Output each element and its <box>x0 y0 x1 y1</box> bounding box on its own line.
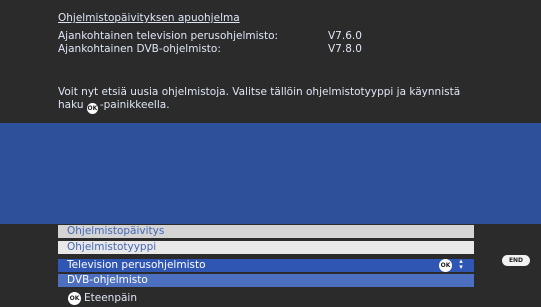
ok-icon[interactable]: OK <box>439 259 452 272</box>
instruction-text-line1: Voit nyt etsiä uusia ohjelmistoja. Valit… <box>58 86 461 98</box>
end-button[interactable]: END <box>502 255 530 266</box>
dvb-software-label: Ajankohtainen DVB-ohjelmisto: <box>58 43 221 55</box>
menu-header: Ohjelmistopäivitys <box>58 225 474 238</box>
info-panel: Ohjelmistopäivityksen apuohjelma Ajankoh… <box>0 0 541 123</box>
software-type-label: Ohjelmistotyyppi <box>58 241 474 254</box>
up-down-arrows-icon[interactable]: ▴ ▾ <box>457 258 465 271</box>
dvb-software-version: V7.8.0 <box>328 43 362 55</box>
ok-button-icon: OK <box>86 103 98 114</box>
page-title: Ohjelmistopäivityksen apuohjelma <box>58 12 240 24</box>
instruction-text-line2: haku OK -painikkeella. <box>58 99 170 114</box>
software-update-screen: Ohjelmistopäivityksen apuohjelma Ajankoh… <box>0 0 541 307</box>
tv-software-label: Ajankohtainen television perusohjelmisto… <box>58 30 279 42</box>
instruction-text-end: -painikkeella. <box>99 99 170 111</box>
ok-forward-icon[interactable]: OK <box>68 292 81 305</box>
blue-background-area <box>0 123 541 224</box>
option-tv-software[interactable]: Television perusohjelmisto <box>58 259 474 272</box>
option-dvb-software[interactable]: DVB-ohjelmisto <box>58 274 474 287</box>
instruction-text-start: haku <box>58 99 87 111</box>
tv-software-version: V7.6.0 <box>328 30 362 42</box>
forward-label[interactable]: Eteenpäin <box>84 292 137 305</box>
